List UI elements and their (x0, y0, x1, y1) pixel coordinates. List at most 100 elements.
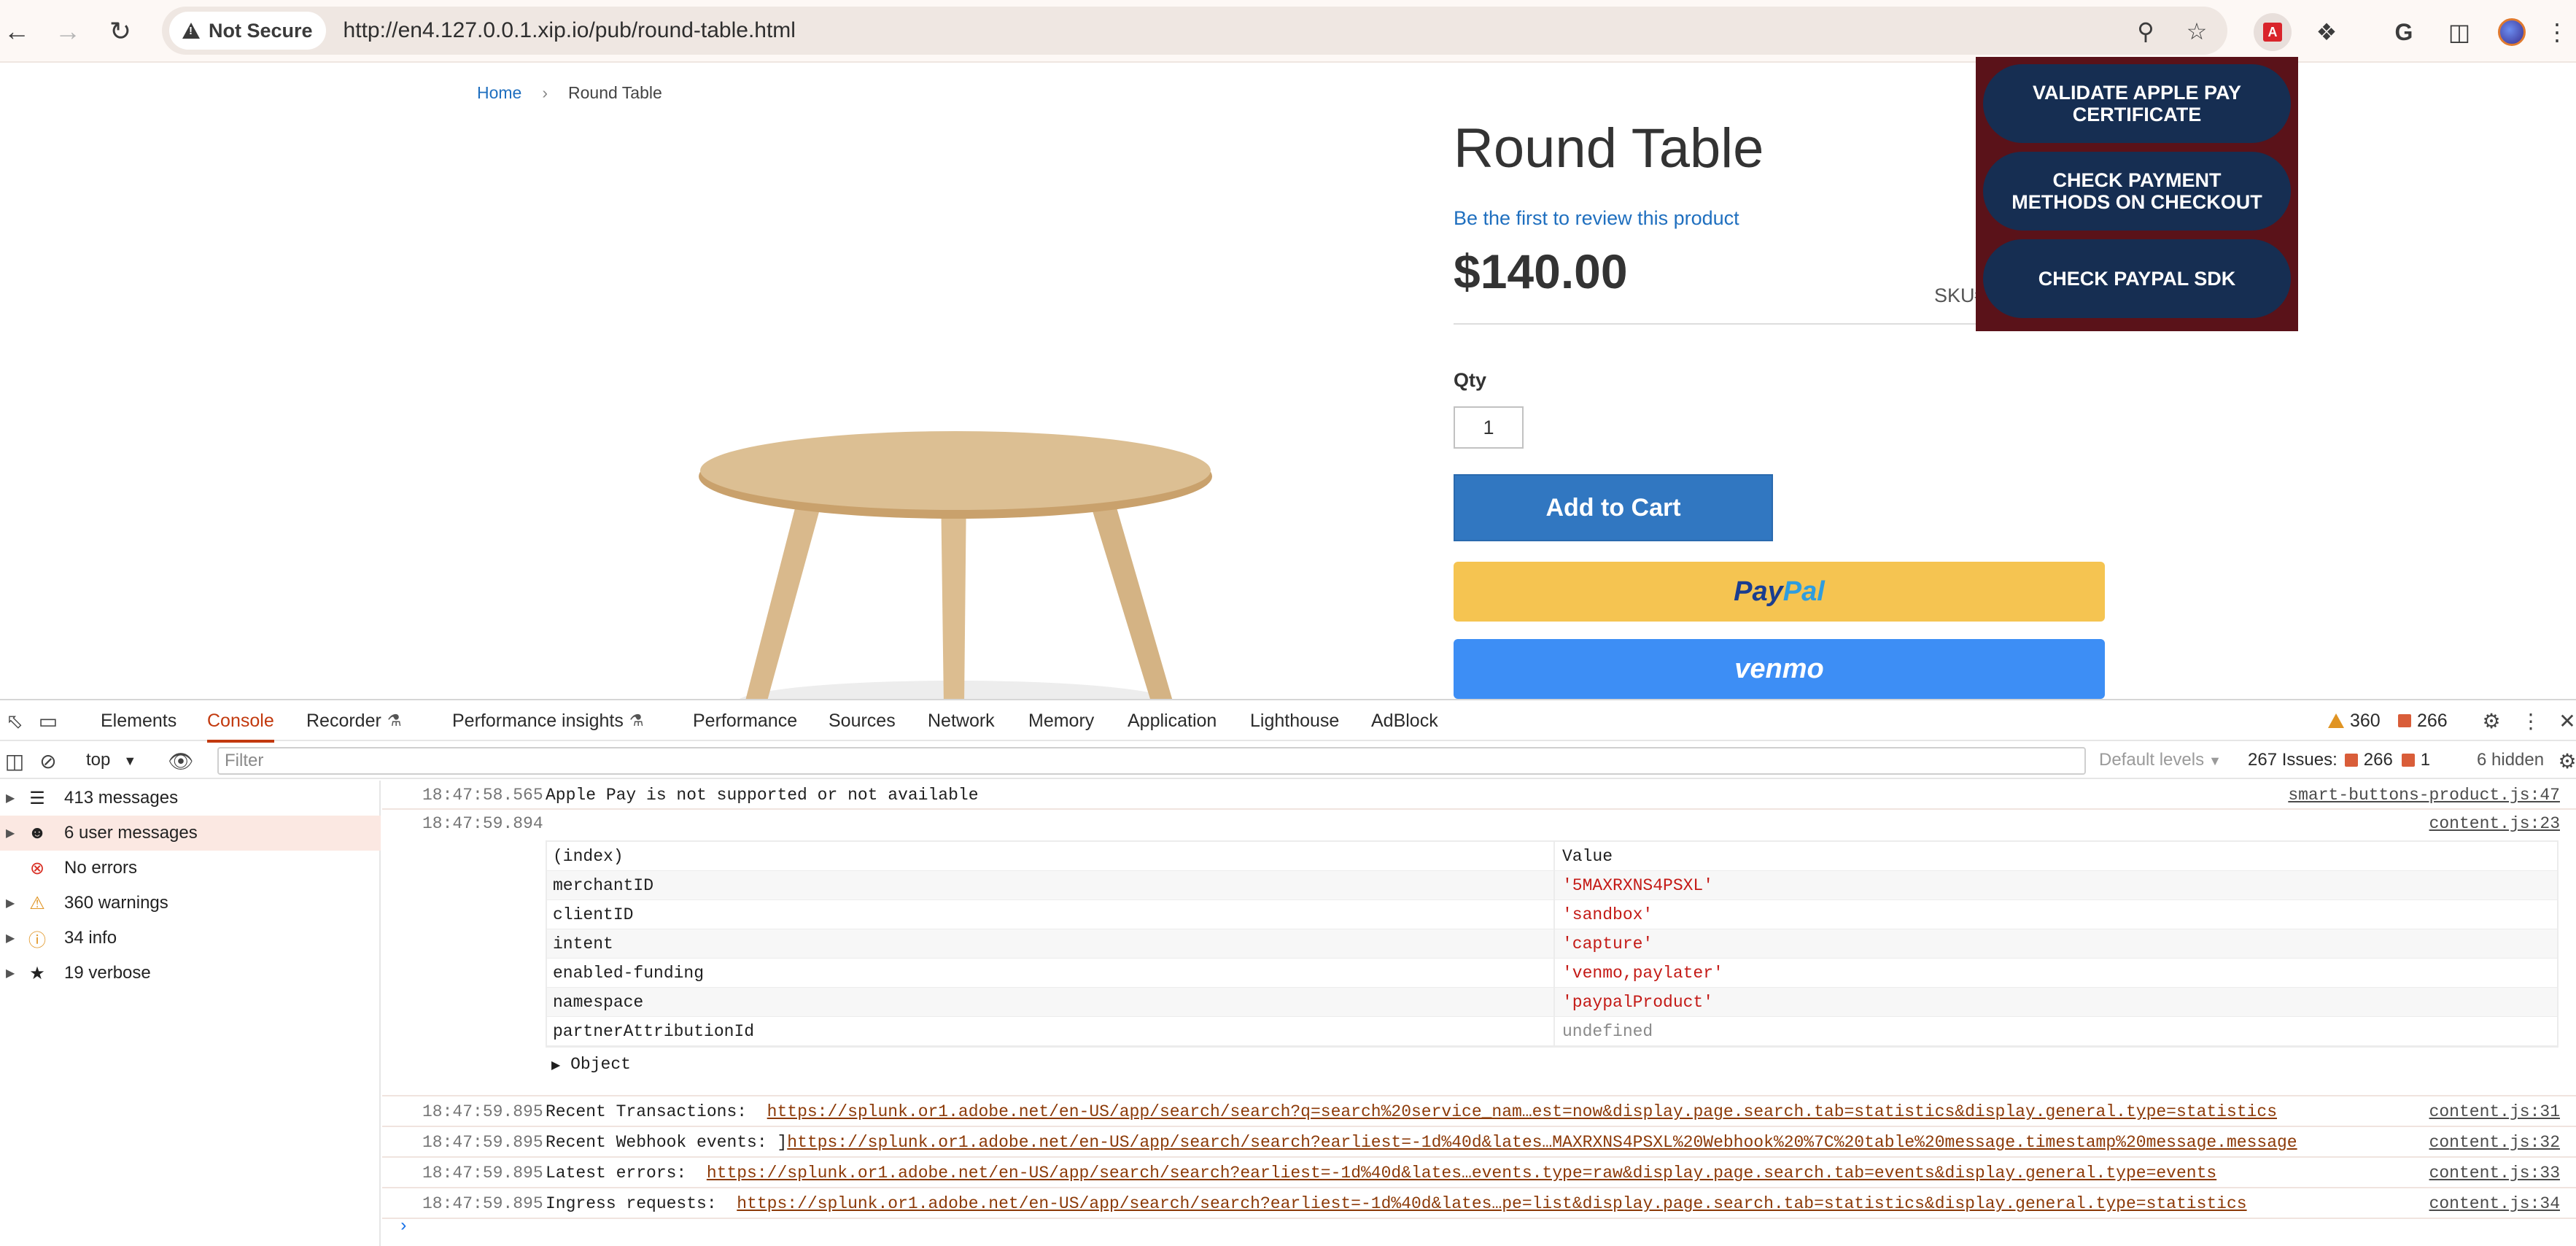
device-toolbar-icon[interactable]: ▭ (34, 706, 63, 735)
url-text[interactable]: http://en4.127.0.0.1.xip.io/pub/round-ta… (344, 18, 796, 43)
check-paypal-sdk-button[interactable]: CHECK PAYPAL SDK (1983, 239, 2291, 318)
column-divider (1553, 1017, 1555, 1045)
table-value: 'capture' (1562, 934, 1653, 953)
console-sidebar: ▶ ☰ 413 messages ▶ ☻ 6 user messages ⊗ N… (0, 781, 381, 1246)
table-key: merchantID (553, 875, 654, 895)
sidebar-item-label: 19 verbose (64, 963, 151, 983)
devtools-menu-icon[interactable]: ⋮ (2516, 706, 2545, 735)
forward-icon[interactable]: → (50, 13, 86, 50)
tab-network[interactable]: Network (928, 700, 995, 741)
tab-application[interactable]: Application (1128, 700, 1217, 741)
address-bar[interactable]: Not Secure http://en4.127.0.0.1.xip.io/p… (162, 7, 2227, 55)
source-link[interactable]: content.js:23 (2429, 814, 2560, 833)
column-index[interactable]: (index) (553, 847, 624, 866)
profile-avatar[interactable] (2493, 13, 2531, 51)
sidebar-item-label: 360 warnings (64, 893, 168, 913)
source-link[interactable]: content.js:34 (2429, 1188, 2560, 1219)
timestamp: 18:47:59.894 (422, 814, 543, 833)
validate-apple-pay-button[interactable]: VALIDATE APPLE PAY CERTIFICATE (1983, 64, 2291, 143)
source-link[interactable]: content.js:32 (2429, 1127, 2560, 1158)
sidebar-item-messages[interactable]: ▶ ☰ 413 messages (0, 781, 381, 816)
console-table: (index) Value merchantID '5MAXRXNS4PSXL'… (546, 840, 2558, 1048)
clear-console-icon[interactable]: ⊘ (34, 746, 63, 775)
warning-icon (2328, 713, 2344, 728)
settings-gear-icon[interactable]: ⚙ (2477, 706, 2506, 735)
tab-elements[interactable]: Elements (101, 700, 176, 741)
sidebar-item-verbose[interactable]: ▶ ★ 19 verbose (0, 956, 381, 991)
console-settings-icon[interactable]: ⚙ (2553, 746, 2576, 775)
zoom-icon[interactable]: ⚲ (2131, 17, 2160, 46)
reload-icon[interactable]: ↻ (102, 13, 139, 50)
google-icon[interactable]: G (2385, 13, 2423, 51)
venmo-button[interactable]: venmo (1454, 639, 2105, 699)
log-levels-dropdown[interactable]: Default levels ▼ (2099, 750, 2222, 770)
warnings-counter[interactable]: 360 (2328, 700, 2381, 741)
splunk-link[interactable]: https://splunk.or1.adobe.net/en-US/app/s… (767, 1102, 2277, 1121)
sidebar-item-errors[interactable]: ⊗ No errors (0, 851, 381, 886)
bookmark-star-icon[interactable]: ☆ (2182, 17, 2211, 46)
breadcrumb-current: Round Table (568, 83, 662, 102)
warning-icon (182, 23, 200, 39)
source-link[interactable]: content.js:33 (2429, 1158, 2560, 1188)
tab-memory[interactable]: Memory (1028, 700, 1094, 741)
tab-sources[interactable]: Sources (829, 700, 896, 741)
side-panel-icon[interactable]: ◫ (2440, 13, 2478, 51)
splunk-link[interactable]: https://splunk.or1.adobe.net/en-US/app/s… (787, 1133, 2297, 1152)
column-divider (1553, 959, 1555, 987)
filter-input[interactable]: Filter (217, 747, 2086, 775)
adobe-extension-icon[interactable]: A (2254, 13, 2292, 51)
paypal-button[interactable]: Pay Pal (1454, 562, 2105, 622)
issues-summary[interactable]: 267 Issues: 266 1 (2248, 750, 2430, 770)
source-link[interactable]: smart-buttons-product.js:47 (2288, 781, 2560, 810)
product-title: Round Table (1454, 117, 1764, 179)
security-chip[interactable]: Not Secure (169, 12, 326, 50)
qty-input[interactable]: 1 (1454, 406, 1524, 449)
table-row: partnerAttributionId undefined (547, 1017, 2557, 1046)
message-text: Apple Pay is not supported or not availa… (546, 786, 979, 805)
object-expander[interactable]: ▶ Object (551, 1055, 631, 1074)
message-text: Ingress requests: https://splunk.or1.ado… (546, 1188, 2247, 1219)
back-icon[interactable]: ← (0, 13, 35, 50)
tab-console[interactable]: Console (207, 700, 274, 743)
message-text: Latest errors: https://splunk.or1.adobe.… (546, 1158, 2216, 1188)
tab-performance-insights[interactable]: Performance insights ⚗ (452, 700, 644, 741)
close-icon[interactable]: ✕ (2553, 706, 2576, 735)
security-label: Not Secure (209, 19, 313, 42)
column-value[interactable]: Value (1562, 847, 1613, 866)
issues-counter[interactable]: 266 (2398, 700, 2448, 741)
splunk-link[interactable]: https://splunk.or1.adobe.net/en-US/app/s… (737, 1194, 2246, 1213)
tab-recorder[interactable]: Recorder ⚗ (306, 700, 402, 741)
expand-arrow-icon: ▶ (6, 827, 15, 840)
column-divider (1553, 842, 1555, 870)
message-label: Latest errors: (546, 1164, 687, 1183)
table-row: namespace 'paypalProduct' (547, 988, 2557, 1017)
expand-arrow-icon: ▶ (6, 897, 15, 910)
menu-kebab-icon[interactable]: ⋮ (2538, 13, 2576, 51)
tab-performance[interactable]: Performance (693, 700, 797, 741)
tab-lighthouse[interactable]: Lighthouse (1250, 700, 1339, 741)
console-message: 18:47:58.565 Apple Pay is not supported … (382, 781, 2576, 810)
issue-icon (2401, 754, 2415, 767)
source-link[interactable]: content.js:31 (2429, 1096, 2560, 1127)
issue-icon (2398, 714, 2411, 727)
breadcrumb-home[interactable]: Home (477, 83, 521, 102)
sidebar-item-warnings[interactable]: ▶ ⚠ 360 warnings (0, 886, 381, 921)
sidebar-item-user-messages[interactable]: ▶ ☻ 6 user messages (0, 816, 381, 851)
inspect-element-icon[interactable]: ⬁ (0, 706, 29, 735)
splunk-link[interactable]: https://splunk.or1.adobe.net/en-US/app/s… (707, 1164, 2216, 1183)
sidebar-toggle-icon[interactable]: ◫ (0, 746, 29, 775)
breadcrumb-separator-icon: › (542, 83, 548, 102)
paypal-logo-pay: Pay (1734, 576, 1783, 607)
tab-adblock[interactable]: AdBlock (1371, 700, 1438, 741)
info-icon: ⓘ (28, 930, 46, 951)
check-payment-methods-button[interactable]: CHECK PAYMENT METHODS ON CHECKOUT (1983, 152, 2291, 231)
review-link[interactable]: Be the first to review this product (1454, 207, 1739, 230)
message-label: Recent Transactions: (546, 1102, 748, 1121)
extensions-puzzle-icon[interactable]: ❖ (2308, 13, 2346, 51)
console-table-message: 18:47:59.894 content.js:23 (index) Value… (382, 810, 2576, 1096)
console-prompt-icon[interactable]: › (398, 1217, 408, 1237)
eye-icon[interactable]: 👁 (166, 746, 195, 775)
add-to-cart-button[interactable]: Add to Cart (1454, 474, 1773, 541)
sidebar-item-info[interactable]: ▶ ⓘ 34 info (0, 921, 381, 956)
context-selector[interactable]: top ▼ (86, 750, 136, 770)
